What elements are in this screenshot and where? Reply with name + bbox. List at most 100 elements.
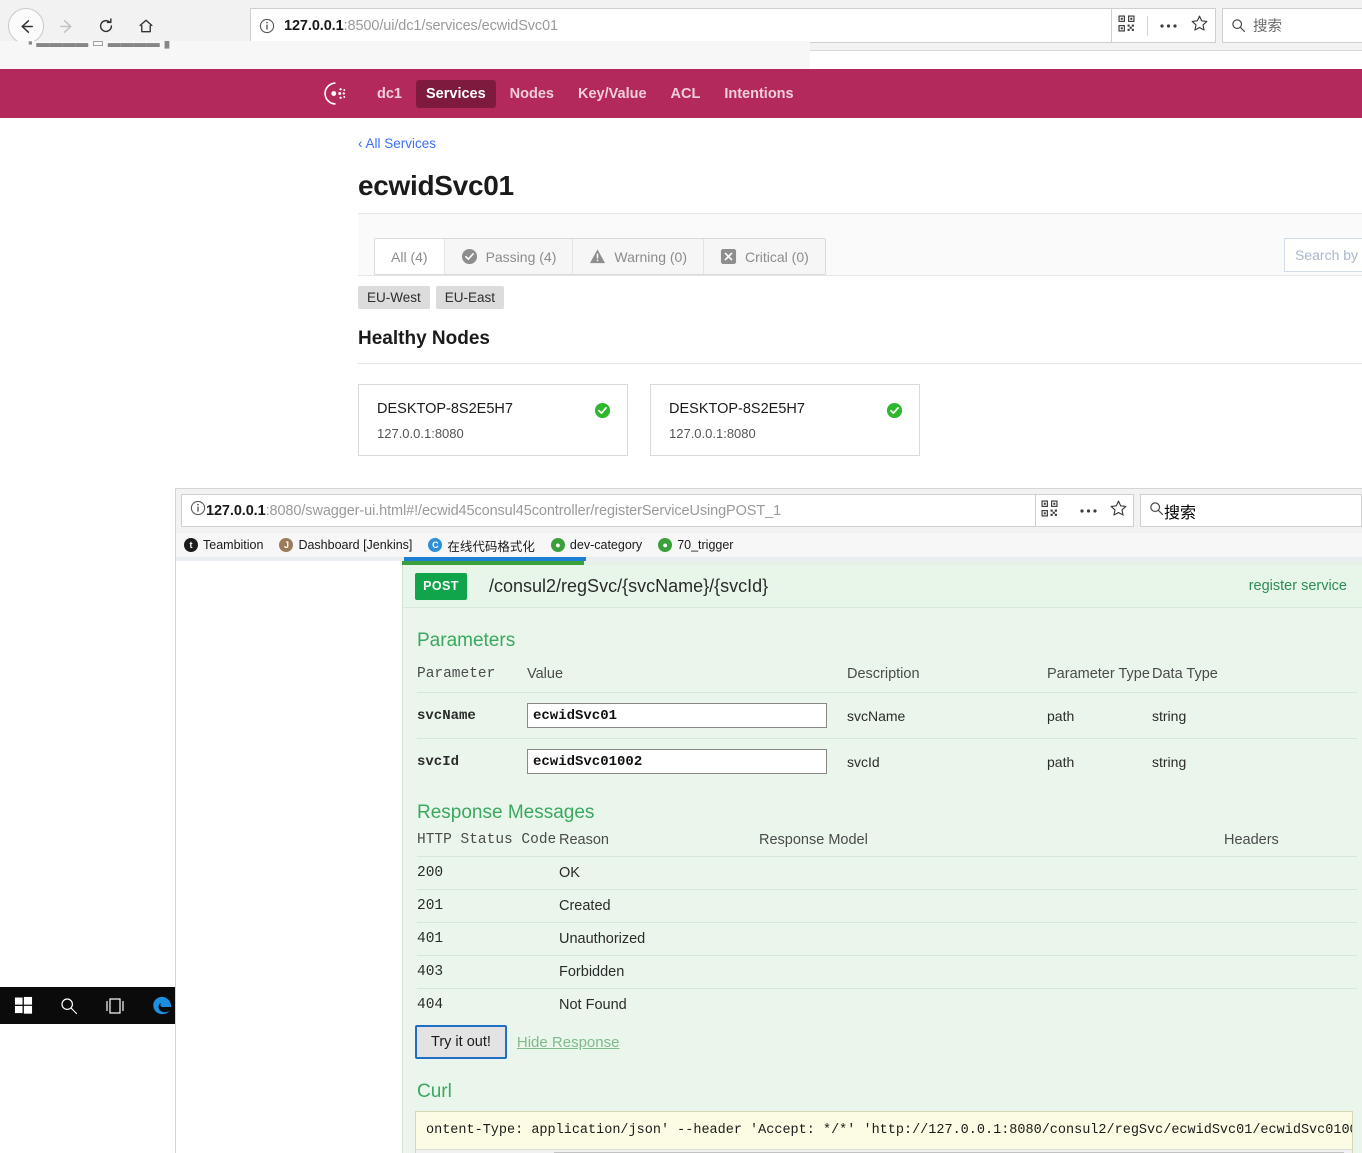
- col-value: Value: [527, 666, 564, 682]
- service-search-input[interactable]: Search by n: [1284, 238, 1362, 272]
- parameters-heading: Parameters: [417, 630, 516, 651]
- nav-item-services[interactable]: Services: [416, 79, 496, 108]
- home-icon[interactable]: [128, 8, 164, 44]
- svcname-input[interactable]: [527, 703, 827, 728]
- search-icon[interactable]: [59, 996, 79, 1016]
- param-value-cell: [527, 692, 847, 739]
- back-arrow-icon[interactable]: [8, 8, 44, 44]
- dev-category-icon: ●: [550, 538, 565, 552]
- param-name: svcId: [417, 738, 527, 784]
- bookmark-code-format[interactable]: C 在线代码格式化: [428, 536, 535, 555]
- site-info-icon[interactable]: [190, 500, 206, 521]
- more-icon[interactable]: [1079, 502, 1098, 520]
- table-row: svcName svcName path string: [417, 692, 1357, 739]
- nav-item-acl[interactable]: ACL: [661, 80, 711, 108]
- param-data-type: string: [1152, 692, 1357, 739]
- bookmark-label: 在线代码格式化: [447, 539, 535, 554]
- response-code: 401: [417, 922, 559, 956]
- response-code: 201: [417, 889, 559, 923]
- tag-eu-east[interactable]: EU-East: [435, 286, 505, 309]
- param-data-type: string: [1152, 738, 1357, 784]
- toolbar-actions: [1036, 494, 1134, 527]
- curl-heading: Curl: [417, 1081, 452, 1102]
- start-button[interactable]: [14, 996, 33, 1015]
- responses-header-row: HTTP Status Code Reason Response Model H…: [417, 832, 1357, 857]
- filter-all-label: All (4): [391, 248, 428, 265]
- forward-arrow-icon[interactable]: [48, 8, 84, 44]
- toolbar-actions: [1112, 8, 1216, 43]
- response-headers: [1224, 922, 1357, 956]
- response-model: [759, 988, 1224, 1021]
- response-model: [759, 889, 1224, 923]
- site-info-icon[interactable]: [259, 18, 275, 34]
- filter-passing[interactable]: Passing (4): [444, 239, 574, 274]
- node-card[interactable]: DESKTOP-8S2E5H7 127.0.0.1:8080: [358, 384, 628, 456]
- bookmark-dev-category[interactable]: ● dev-category: [550, 538, 643, 552]
- nav-item-intentions[interactable]: Intentions: [714, 80, 803, 108]
- curl-horizontal-scrollbar[interactable]: ‹ ›: [416, 1149, 1352, 1153]
- bookmark-jenkins[interactable]: J Dashboard [Jenkins]: [279, 538, 412, 552]
- more-icon[interactable]: [1159, 17, 1178, 35]
- node-name: DESKTOP-8S2E5H7: [669, 401, 805, 417]
- qr-code-icon[interactable]: [1041, 499, 1058, 522]
- consul-logo-icon[interactable]: [322, 80, 349, 107]
- consul-page-body: ‹ All Services ecwidSvc01 All (4) Passing…: [0, 118, 1362, 480]
- param-value-cell: [527, 738, 847, 784]
- browser-search-box[interactable]: 搜索: [1140, 494, 1362, 527]
- response-code: 404: [417, 988, 559, 1021]
- browser-search-placeholder: 搜索: [1164, 504, 1197, 522]
- address-bar-text: 127.0.0.1:8080/swagger-ui.html#!/ecwid45…: [206, 502, 782, 519]
- search-icon: [1231, 18, 1246, 33]
- address-bar[interactable]: 127.0.0.1:8500/ui/dc1/services/ecwidSvc0…: [250, 8, 1112, 43]
- svcid-input[interactable]: [527, 749, 827, 774]
- page-title: ecwidSvc01: [358, 170, 514, 201]
- node-card[interactable]: DESKTOP-8S2E5H7 127.0.0.1:8080: [650, 384, 920, 456]
- swagger-operation-header[interactable]: POST /consul2/regSvc/{svcName}/{svcId} r…: [403, 565, 1362, 608]
- browser-search-box[interactable]: 搜索: [1222, 8, 1362, 43]
- check-circle-icon: [594, 402, 611, 424]
- response-reason: OK: [559, 856, 759, 890]
- param-name: svcName: [417, 692, 527, 739]
- trigger-icon: ●: [658, 538, 673, 552]
- qr-code-icon[interactable]: [1118, 14, 1135, 37]
- hide-response-link[interactable]: Hide Response: [517, 1034, 620, 1051]
- address-bar[interactable]: 127.0.0.1:8080/swagger-ui.html#!/ecwid45…: [181, 494, 1036, 527]
- param-description: svcId: [847, 738, 1047, 784]
- search-icon: [1149, 501, 1164, 521]
- node-address: 127.0.0.1:8080: [377, 426, 464, 441]
- response-headers: [1224, 889, 1357, 923]
- code-format-icon: C: [428, 538, 443, 552]
- nav-item-nodes[interactable]: Nodes: [500, 80, 564, 108]
- bookmark-label: dev-category: [569, 538, 643, 552]
- reload-icon[interactable]: [88, 8, 124, 44]
- warning-triangle-icon: [589, 248, 606, 265]
- swagger-operation-panel: POST /consul2/regSvc/{svcName}/{svcId} r…: [402, 565, 1362, 1153]
- bookmark-teambition[interactable]: t Teambition: [184, 538, 263, 552]
- task-view-icon[interactable]: [105, 997, 125, 1015]
- bookmark-70-trigger[interactable]: ● 70_trigger: [658, 538, 733, 552]
- col-parameter-type: Parameter Type: [1047, 666, 1150, 682]
- service-search-placeholder: Search by n: [1295, 247, 1362, 263]
- response-code: 200: [417, 856, 559, 890]
- check-circle-icon: [461, 248, 478, 265]
- filter-critical[interactable]: Critical (0): [704, 239, 825, 274]
- nav-item-dc1[interactable]: dc1: [367, 80, 412, 108]
- health-filter-group: All (4) Passing (4) Warning (0) Critical…: [374, 238, 826, 275]
- filter-all[interactable]: All (4): [375, 239, 445, 274]
- star-icon[interactable]: [1109, 499, 1128, 523]
- tag-eu-west[interactable]: EU-West: [358, 286, 430, 309]
- http-method-badge: POST: [415, 572, 467, 600]
- endpoint-path: /consul2/regSvc/{svcName}/{svcId}: [489, 575, 769, 596]
- browser-window-swagger: 127.0.0.1:8080/swagger-ui.html#!/ecwid45…: [175, 488, 1362, 1153]
- edge-icon[interactable]: [151, 994, 174, 1017]
- try-it-out-button[interactable]: Try it out!: [415, 1025, 507, 1059]
- nav-item-keyvalue[interactable]: Key/Value: [568, 80, 657, 108]
- param-description: svcName: [847, 692, 1047, 739]
- filter-warning[interactable]: Warning (0): [573, 239, 704, 274]
- star-icon[interactable]: [1190, 14, 1209, 38]
- breadcrumb-all-services[interactable]: ‹ All Services: [358, 136, 436, 151]
- parameters-table: Parameter Value Description Parameter Ty…: [417, 666, 1357, 784]
- address-bar-text: 127.0.0.1:8500/ui/dc1/services/ecwidSvc0…: [284, 17, 558, 34]
- responses-table: HTTP Status Code Reason Response Model H…: [417, 832, 1357, 1021]
- table-row: 200 OK: [417, 856, 1357, 890]
